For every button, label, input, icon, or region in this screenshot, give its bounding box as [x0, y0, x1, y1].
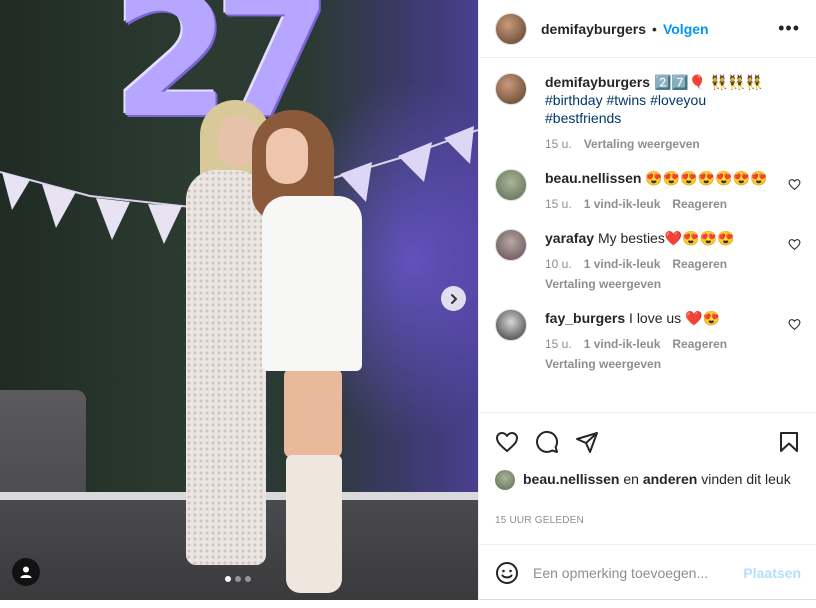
comment-reply-button[interactable]: Reageren: [672, 335, 727, 353]
comment-username[interactable]: fay_burgers: [545, 310, 625, 326]
share-paper-plane-icon[interactable]: [575, 430, 599, 454]
comment-bubble-icon[interactable]: [535, 430, 559, 454]
follow-button[interactable]: Volgen: [663, 21, 709, 37]
comment-like-heart-icon[interactable]: [788, 318, 801, 331]
post-side-panel: demifayburgers • Volgen ••• demifayburge…: [478, 0, 816, 600]
comment-like-heart-icon[interactable]: [788, 178, 801, 191]
comment-body: beau.nellissen 😍😍😍😍😍😍😍 15 u. 1 vind-ik-l…: [545, 169, 801, 213]
post-comment-button[interactable]: Plaatsen: [743, 565, 801, 581]
like-heart-icon[interactable]: [495, 430, 519, 454]
person-right-boots: [286, 455, 342, 593]
comment-translate-link[interactable]: Vertaling weergeven: [545, 355, 781, 373]
likes-joiner: en: [623, 471, 639, 487]
comment-reply-button[interactable]: Reageren: [672, 255, 727, 273]
comment-body: yarafay My besties❤️😍😍😍 10 u. 1 vind-ik-…: [545, 229, 801, 293]
hashtag-twins[interactable]: #twins: [606, 92, 646, 108]
comment-item: beau.nellissen 😍😍😍😍😍😍😍 15 u. 1 vind-ik-l…: [495, 169, 801, 213]
comment-likes-count[interactable]: 1 vind-ik-leuk: [584, 335, 661, 353]
likes-others-link[interactable]: anderen: [643, 471, 697, 487]
comment-avatar[interactable]: [495, 169, 527, 201]
person-right-face: [266, 128, 308, 184]
comment-item: fay_burgers I love us ❤️😍 15 u. 1 vind-i…: [495, 309, 801, 373]
person-left-lace-jumpsuit: [186, 170, 266, 565]
comment-item: yarafay My besties❤️😍😍😍 10 u. 1 vind-ik-…: [495, 229, 801, 293]
save-bookmark-icon[interactable]: [777, 430, 801, 454]
more-options-icon[interactable]: •••: [778, 18, 800, 39]
comment-body: fay_burgers I love us ❤️😍 15 u. 1 vind-i…: [545, 309, 801, 373]
post-photo[interactable]: 2 7: [0, 0, 478, 600]
emoji-smiley-icon[interactable]: [495, 561, 519, 585]
post-header: demifayburgers • Volgen •••: [479, 0, 816, 58]
liker-username[interactable]: beau.nellissen: [523, 471, 619, 487]
likes-text: beau.nellissen en anderen vinden dit leu…: [523, 470, 791, 490]
comment-translate-link[interactable]: Vertaling weergeven: [545, 275, 781, 293]
add-comment-bar: Plaatsen: [479, 544, 816, 600]
caption-translate-link[interactable]: Vertaling weergeven: [584, 135, 700, 153]
comment-like-heart-icon[interactable]: [788, 238, 801, 251]
likes-summary: beau.nellissen en anderen vinden dit leu…: [495, 470, 795, 490]
instagram-post-modal: 2 7 demifayburgers • Volgen ••• demifayb…: [0, 0, 816, 600]
person-icon: [20, 566, 32, 578]
carousel-dot-2: [235, 576, 241, 582]
carousel-dot-1: [225, 576, 231, 582]
hashtag-loveyou[interactable]: #loveyou: [650, 92, 706, 108]
comment-likes-count[interactable]: 1 vind-ik-leuk: [584, 195, 661, 213]
comment-username[interactable]: beau.nellissen: [545, 170, 641, 186]
chevron-right-icon: [450, 293, 457, 304]
post-timestamp[interactable]: 15 UUR GELEDEN: [495, 515, 584, 526]
post-actions: [479, 414, 816, 470]
carousel-dot-3: [245, 576, 251, 582]
comment-username[interactable]: yarafay: [545, 230, 594, 246]
caption-avatar[interactable]: [495, 73, 527, 105]
hashtag-bestfriends[interactable]: #bestfriends: [545, 110, 621, 126]
comment-time[interactable]: 15 u.: [545, 195, 572, 213]
comment-reply-button[interactable]: Reageren: [672, 195, 727, 213]
author-username[interactable]: demifayburgers: [541, 21, 646, 37]
comment-avatar[interactable]: [495, 309, 527, 341]
person-right-white-dress: [262, 196, 362, 371]
carousel-dots: [225, 576, 251, 582]
comment-avatar[interactable]: [495, 229, 527, 261]
hashtag-birthday[interactable]: #birthday: [545, 92, 603, 108]
caption-time[interactable]: 15 u.: [545, 135, 572, 153]
caption: demifayburgers 2️⃣7️⃣🎈 👯👯👯 #birthday #tw…: [495, 73, 801, 153]
comment-likes-count[interactable]: 1 vind-ik-leuk: [584, 255, 661, 273]
comment-meta: 15 u. 1 vind-ik-leuk Reageren: [545, 195, 781, 213]
caption-username[interactable]: demifayburgers: [545, 74, 650, 90]
comment-input[interactable]: [533, 564, 744, 581]
comment-meta: 10 u. 1 vind-ik-leuk Reageren: [545, 255, 781, 273]
caption-meta: 15 u. Vertaling weergeven: [545, 135, 781, 153]
comment-text: My besties❤️😍😍😍: [597, 230, 735, 246]
liker-avatar[interactable]: [495, 470, 515, 490]
carousel-next-button[interactable]: [441, 286, 466, 311]
header-separator: •: [652, 20, 657, 37]
person-right-legs: [284, 368, 342, 458]
comment-text: 😍😍😍😍😍😍😍: [645, 170, 768, 186]
comments-list: demifayburgers 2️⃣7️⃣🎈 👯👯👯 #birthday #tw…: [479, 59, 816, 413]
comment-meta: 15 u. 1 vind-ik-leuk Reageren: [545, 335, 781, 353]
likes-suffix: vinden dit leuk: [701, 471, 791, 487]
comment-time[interactable]: 10 u.: [545, 255, 572, 273]
author-avatar[interactable]: [495, 12, 527, 45]
comment-time[interactable]: 15 u.: [545, 335, 572, 353]
caption-body: demifayburgers 2️⃣7️⃣🎈 👯👯👯 #birthday #tw…: [545, 73, 801, 153]
caption-text: 2️⃣7️⃣🎈 👯👯👯: [653, 74, 763, 90]
tagged-users-button[interactable]: [12, 558, 40, 586]
comment-text: I love us ❤️😍: [629, 310, 720, 326]
